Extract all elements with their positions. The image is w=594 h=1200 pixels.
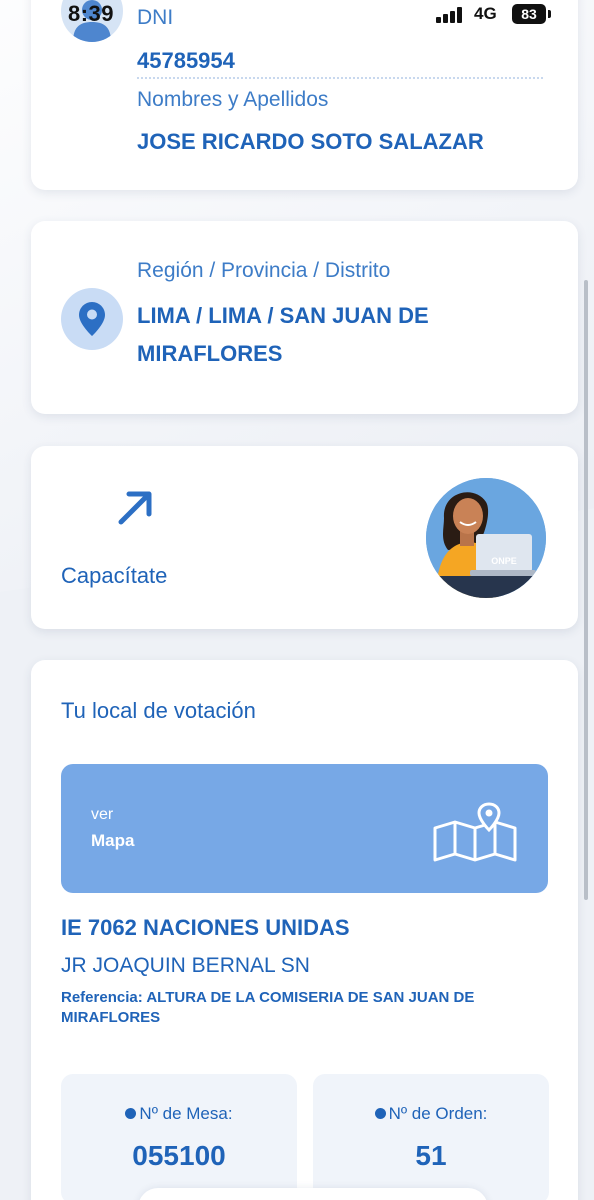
training-card[interactable]: Capacítate ONPE xyxy=(31,446,578,629)
orden-label-row: Nº de Orden: xyxy=(313,1104,549,1124)
school-address: JR JOAQUIN BERNAL SN xyxy=(61,954,310,977)
training-illustration: ONPE xyxy=(426,478,546,598)
map-ver-label: ver xyxy=(91,806,114,823)
school-name: IE 7062 NACIONES UNIDAS xyxy=(61,915,350,940)
map-icon xyxy=(433,802,517,862)
orden-label: Nº de Orden: xyxy=(388,1104,488,1123)
location-card: Región / Provincia / Distrito LIMA / LIM… xyxy=(31,221,578,414)
arrow-up-right-icon xyxy=(118,491,152,525)
orden-box: Nº de Orden: 51 xyxy=(313,1074,549,1200)
mesa-box: Nº de Mesa: 055100 xyxy=(61,1074,297,1200)
status-bar: 8:39 4G 83 xyxy=(0,0,594,30)
status-time: 8:39 xyxy=(68,1,115,26)
divider xyxy=(137,77,543,79)
voting-place-card: Tu local de votación ver Mapa IE 7062 NA… xyxy=(31,660,578,1200)
signal-icon xyxy=(436,7,464,23)
voter-info-screen: 8:39 4G 83 DNI 45785954 Nombres y Apelli… xyxy=(0,0,594,1200)
bullet-dot-icon xyxy=(374,1108,386,1119)
voting-title: Tu local de votación xyxy=(61,698,256,723)
training-label: Capacítate xyxy=(61,563,168,588)
network-label: 4G xyxy=(474,4,497,23)
school-reference: Referencia: ALTURA DE LA COMISERIA DE SA… xyxy=(61,989,475,1026)
map-label: Mapa xyxy=(91,831,135,850)
battery-icon: 83 xyxy=(512,4,546,24)
battery-cap xyxy=(548,10,551,18)
names-label: Nombres y Apellidos xyxy=(137,88,329,111)
region-label: Región / Provincia / Distrito xyxy=(137,259,391,282)
names-value: JOSE RICARDO SOTO SALAZAR xyxy=(137,129,484,154)
mesa-label: Nº de Mesa: xyxy=(139,1104,233,1123)
onpe-logo-text: ONPE xyxy=(491,556,517,566)
region-value: LIMA / LIMA / SAN JUAN DE MIRAFLORES xyxy=(137,303,429,366)
orden-value: 51 xyxy=(415,1140,447,1171)
view-map-button[interactable]: ver Mapa xyxy=(61,764,548,893)
mesa-label-row: Nº de Mesa: xyxy=(61,1104,297,1124)
location-pin-icon xyxy=(61,288,123,350)
mesa-value: 055100 xyxy=(132,1140,226,1171)
scrollbar[interactable] xyxy=(584,280,588,900)
bottom-pill[interactable] xyxy=(138,1188,488,1200)
dni-value: 45785954 xyxy=(137,48,235,73)
bullet-dot-icon xyxy=(125,1108,137,1119)
